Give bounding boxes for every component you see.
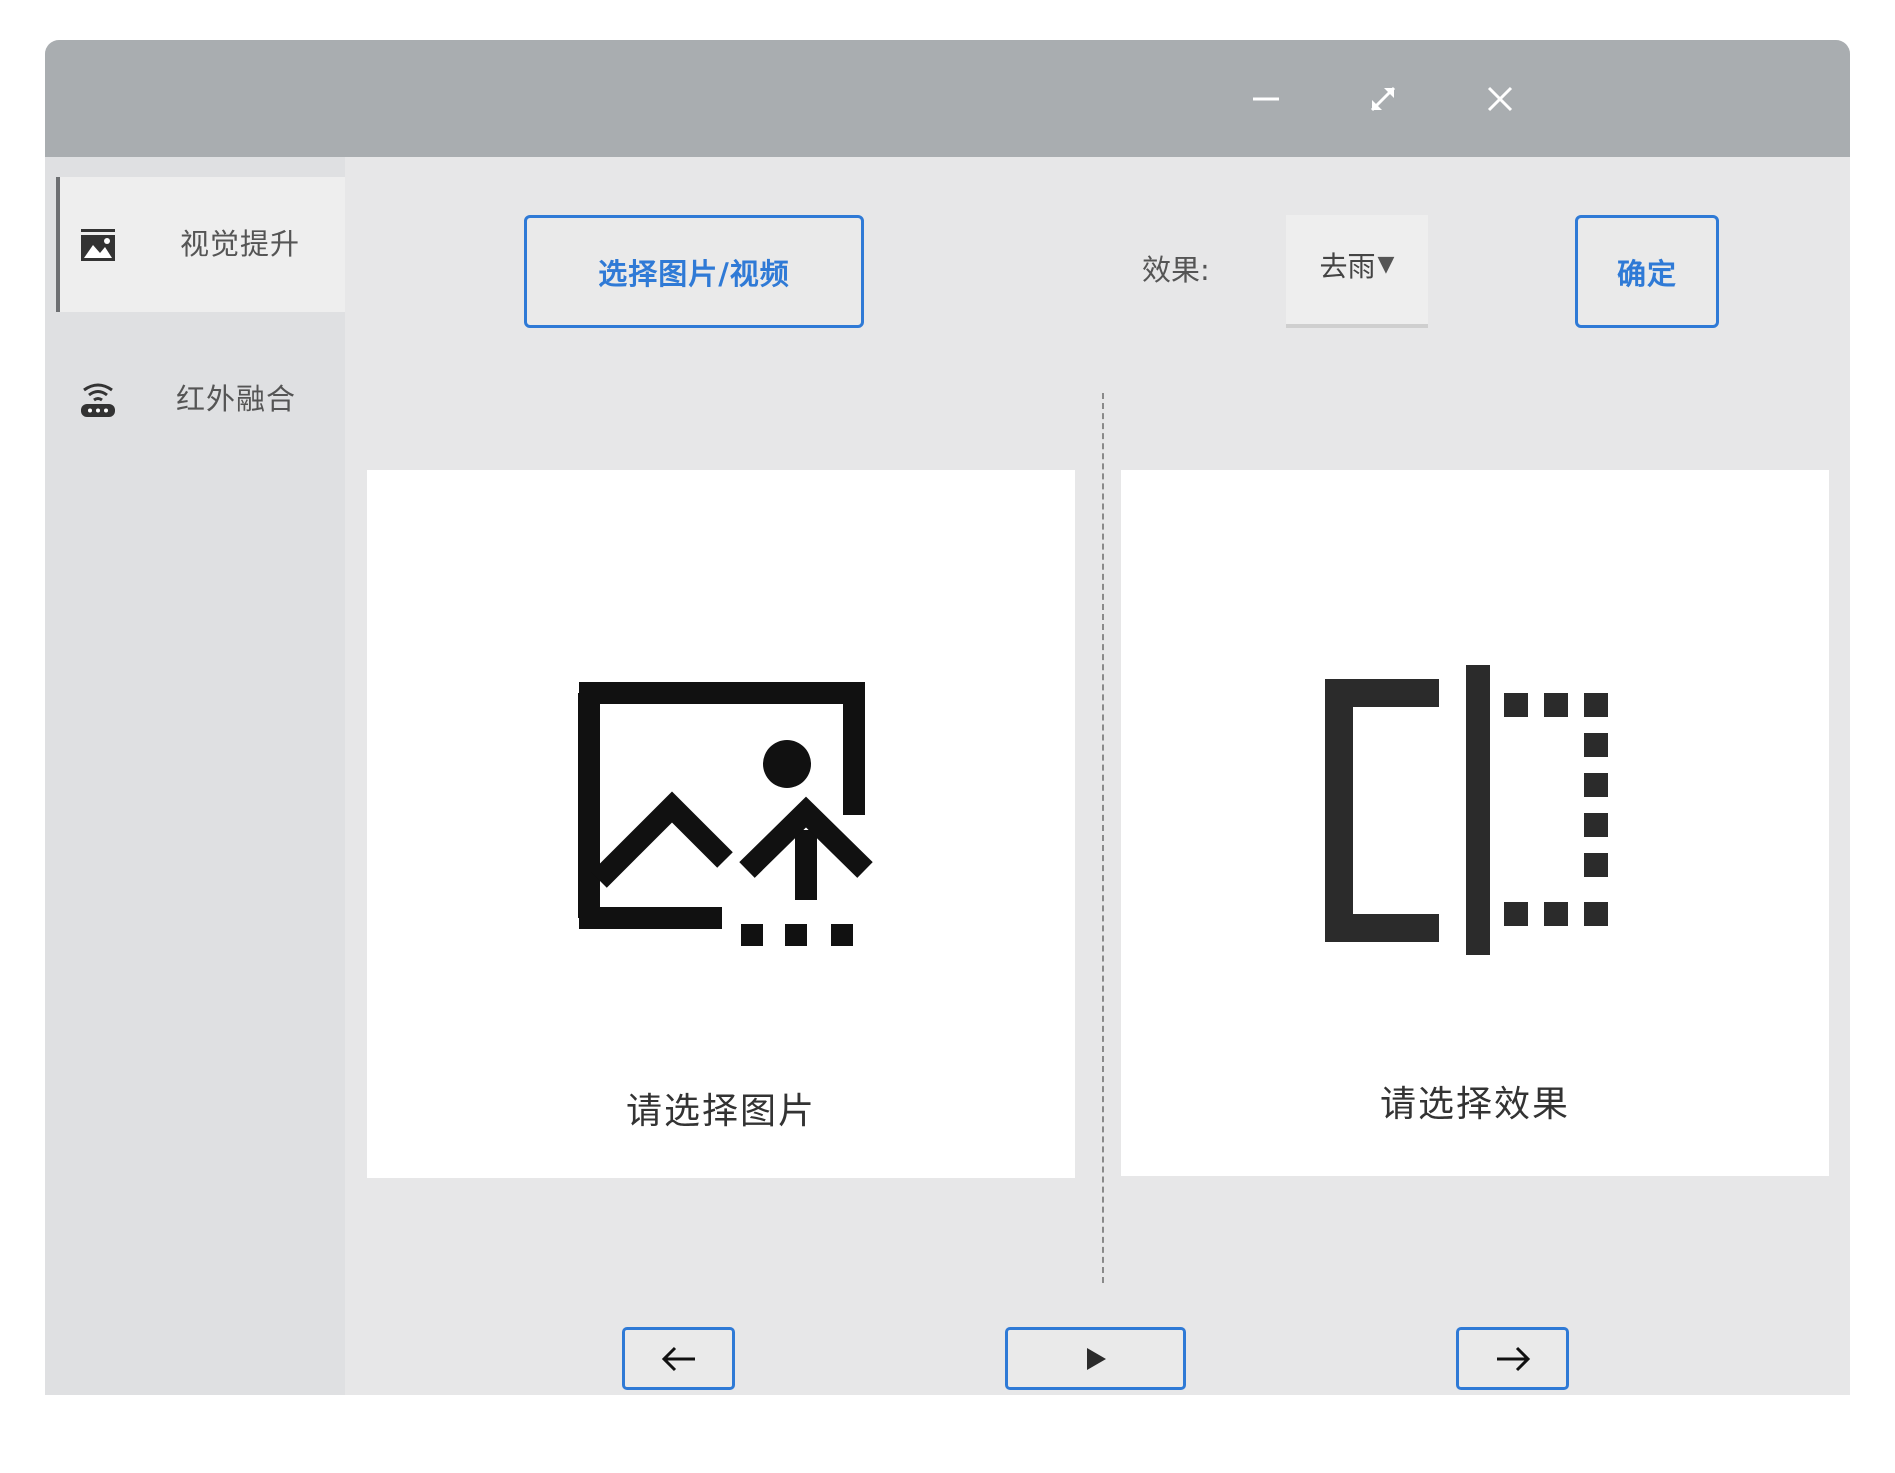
sidebar-item-visual-enhance[interactable]: 视觉提升 (56, 177, 345, 312)
effect-placeholder-text: 请选择效果 (1379, 1084, 1570, 1125)
minimize-icon (1253, 97, 1279, 101)
select-media-button[interactable]: 选择图片/视频 (524, 215, 864, 328)
close-icon (1487, 86, 1513, 112)
confirm-button[interactable]: 确定 (1575, 215, 1719, 328)
effect-preview-panel[interactable]: 请选择效果 (1121, 470, 1829, 1176)
compare-split-icon (1325, 665, 1608, 955)
sidebar-item-infrared-fusion[interactable]: 红外融合 (56, 332, 345, 467)
sidebar-item-label: 红外融合 (176, 382, 297, 416)
title-bar[interactable] (45, 40, 1850, 157)
panel-divider (1102, 393, 1104, 1283)
effect-label: 效果: (1142, 253, 1210, 287)
play-icon (1086, 1347, 1106, 1370)
source-placeholder-text: 请选择图片 (625, 1091, 816, 1132)
previous-button[interactable] (622, 1327, 735, 1390)
effect-dropdown[interactable]: 去雨 ▼ (1286, 215, 1428, 328)
image-upload-icon (578, 682, 873, 946)
sidebar: 视觉提升 红外融合 (45, 157, 345, 1395)
expand-icon (1370, 86, 1396, 112)
image-icon (81, 229, 115, 261)
caret-down-icon: ▼ (1377, 252, 1395, 277)
minimize-button[interactable] (1241, 74, 1291, 124)
arrow-left-icon (661, 1346, 695, 1371)
router-icon (81, 383, 115, 417)
close-button[interactable] (1475, 74, 1525, 124)
app-window: 视觉提升 红外融合 选择图片/视频 效果: 去雨 ▼ 确定 请选择图片 请选择效… (45, 40, 1850, 1395)
main-content: 选择图片/视频 效果: 去雨 ▼ 确定 请选择图片 请选择效果 (345, 157, 1850, 1395)
next-button[interactable] (1456, 1327, 1569, 1390)
sidebar-item-label: 视觉提升 (180, 227, 301, 261)
arrow-right-icon (1496, 1346, 1530, 1371)
source-image-panel[interactable]: 请选择图片 (367, 470, 1075, 1178)
play-button[interactable] (1005, 1327, 1186, 1390)
maximize-button[interactable] (1358, 74, 1408, 124)
effect-value: 去雨 (1319, 249, 1376, 283)
